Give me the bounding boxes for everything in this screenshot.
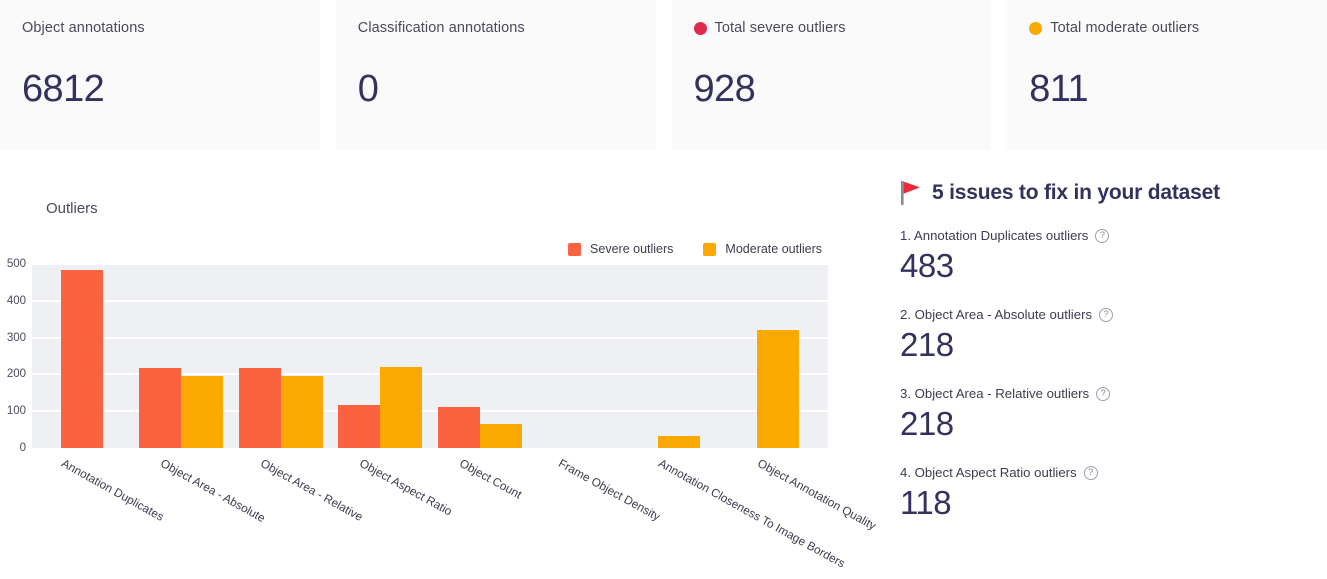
stat-card-label-text: Total moderate outliers <box>1050 20 1200 36</box>
bar[interactable] <box>139 367 182 448</box>
issue-label-text: 3. Object Area - Relative outliers <box>900 386 1090 401</box>
stat-card-label: Total moderate outliers <box>1029 18 1305 38</box>
bar[interactable] <box>280 375 323 448</box>
issue-label: 1. Annotation Duplicates outliers? <box>900 228 1317 243</box>
stat-card-label: Classification annotations <box>358 18 634 38</box>
x-axis-label: Object Aspect Ratio <box>357 456 455 519</box>
y-axis: 0 100 200 300 400 500 <box>0 258 30 454</box>
stat-card-value: 928 <box>693 68 756 110</box>
stat-card-value: 0 <box>357 68 379 110</box>
bar-group[interactable] <box>32 264 132 448</box>
bar-group[interactable] <box>729 264 829 448</box>
x-axis-label: Annotation Closeness To Image Borders <box>655 456 848 571</box>
bar[interactable] <box>479 423 522 448</box>
bar-series <box>32 264 828 448</box>
bar[interactable] <box>181 375 224 448</box>
x-axis-label: Object Area - Relative <box>257 456 366 524</box>
x-axis-label: Annotation Duplicates <box>58 456 167 524</box>
bar[interactable] <box>60 270 103 448</box>
issue-item[interactable]: 4. Object Aspect Ratio outliers? 118 <box>900 465 1317 522</box>
issue-item[interactable]: 1. Annotation Duplicates outliers? 483 <box>900 228 1317 285</box>
plot-wrapper: 0 100 200 300 400 500 Annotation Duplicates Ob… <box>0 258 880 571</box>
issue-label: 4. Object Aspect Ratio outliers? <box>900 465 1317 480</box>
outliers-chart-panel: Outliers Severe outliers Moderate outlier… <box>0 168 880 579</box>
y-axis-tick: 100 <box>6 405 26 418</box>
issue-value: 118 <box>900 484 952 521</box>
x-axis-label: Object Count <box>456 456 524 502</box>
bar[interactable] <box>238 367 281 448</box>
y-axis-tick: 300 <box>6 331 26 344</box>
moderate-dot <box>1029 21 1043 35</box>
help-icon[interactable]: ? <box>1095 228 1110 243</box>
stat-card: Classification annotations 0 <box>335 0 656 150</box>
bar-group[interactable] <box>331 264 431 448</box>
y-axis-tick: 500 <box>6 258 26 270</box>
issue-label: 3. Object Area - Relative outliers? <box>900 386 1317 401</box>
y-axis-tick: 400 <box>6 294 26 307</box>
help-icon[interactable]: ? <box>1099 307 1114 322</box>
bar[interactable] <box>657 436 700 448</box>
bar[interactable] <box>338 404 381 448</box>
legend-label: Moderate outliers <box>725 242 822 256</box>
help-icon[interactable]: ? <box>1083 465 1098 480</box>
legend-swatch <box>703 242 717 256</box>
issue-label-text: 2. Object Area - Absolute outliers <box>900 307 1093 322</box>
issue-label-text: 1. Annotation Duplicates outliers <box>900 228 1089 243</box>
issue-value: 483 <box>900 247 954 284</box>
issues-heading-text: 5 issues to fix in your dataset <box>932 181 1220 204</box>
legend-item[interactable]: Severe outliers <box>568 242 673 256</box>
issues-heading: 5 issues to fix in your dataset <box>900 180 1317 206</box>
bar-group[interactable] <box>231 264 331 448</box>
x-axis-label: Frame Object Density <box>556 456 664 524</box>
bar-group[interactable] <box>430 264 530 448</box>
issue-item[interactable]: 3. Object Area - Relative outliers? 218 <box>900 386 1317 443</box>
bar[interactable] <box>757 329 800 448</box>
issue-value: 218 <box>900 326 954 363</box>
legend-label: Severe outliers <box>590 242 674 256</box>
bar[interactable] <box>380 367 423 448</box>
bar-group[interactable] <box>629 264 729 448</box>
stat-card-value: 6812 <box>22 68 105 110</box>
chart-legend: Severe outliers Moderate outliers <box>568 242 822 256</box>
stat-card: Total severe outliers 928 <box>671 0 992 150</box>
stat-card-label-text: Object annotations <box>22 20 145 36</box>
help-icon[interactable]: ? <box>1096 386 1111 401</box>
stat-card: Object annotations 6812 <box>0 0 320 150</box>
issue-label: 2. Object Area - Absolute outliers? <box>900 307 1317 322</box>
bar-group[interactable] <box>530 264 630 448</box>
issue-value: 218 <box>900 405 954 442</box>
severe-dot <box>693 21 707 35</box>
stats-row: Object annotations 6812 Classification ann… <box>0 0 1327 150</box>
stat-card-label-text: Total severe outliers <box>714 20 846 36</box>
bar[interactable] <box>437 407 480 448</box>
y-axis-tick: 200 <box>6 368 26 381</box>
stat-card-label: Object annotations <box>22 18 298 38</box>
issues-list: 1. Annotation Duplicates outliers? 483 2. … <box>900 228 1317 522</box>
issues-panel: 5 issues to fix in your dataset 1. Annot… <box>900 168 1327 579</box>
flag-icon <box>900 180 922 206</box>
stat-card-value: 811 <box>1029 68 1089 110</box>
legend-item[interactable]: Moderate outliers <box>703 242 822 256</box>
bar-group[interactable] <box>132 264 232 448</box>
chart-title: Outliers <box>46 200 98 217</box>
stat-card-label-text: Classification annotations <box>357 20 525 36</box>
issue-item[interactable]: 2. Object Area - Absolute outliers? 218 <box>900 307 1317 364</box>
plot-area <box>32 263 828 448</box>
x-axis-label: Object Area - Absolute <box>158 456 268 526</box>
issue-label-text: 4. Object Aspect Ratio outliers <box>900 465 1077 480</box>
legend-swatch <box>568 242 582 256</box>
dashboard-page: Object annotations 6812 Classification ann… <box>0 0 1327 579</box>
y-axis-tick: 0 <box>19 442 26 454</box>
stat-card-label: Total severe outliers <box>693 18 970 38</box>
stat-card: Total moderate outliers 811 <box>1007 0 1327 150</box>
